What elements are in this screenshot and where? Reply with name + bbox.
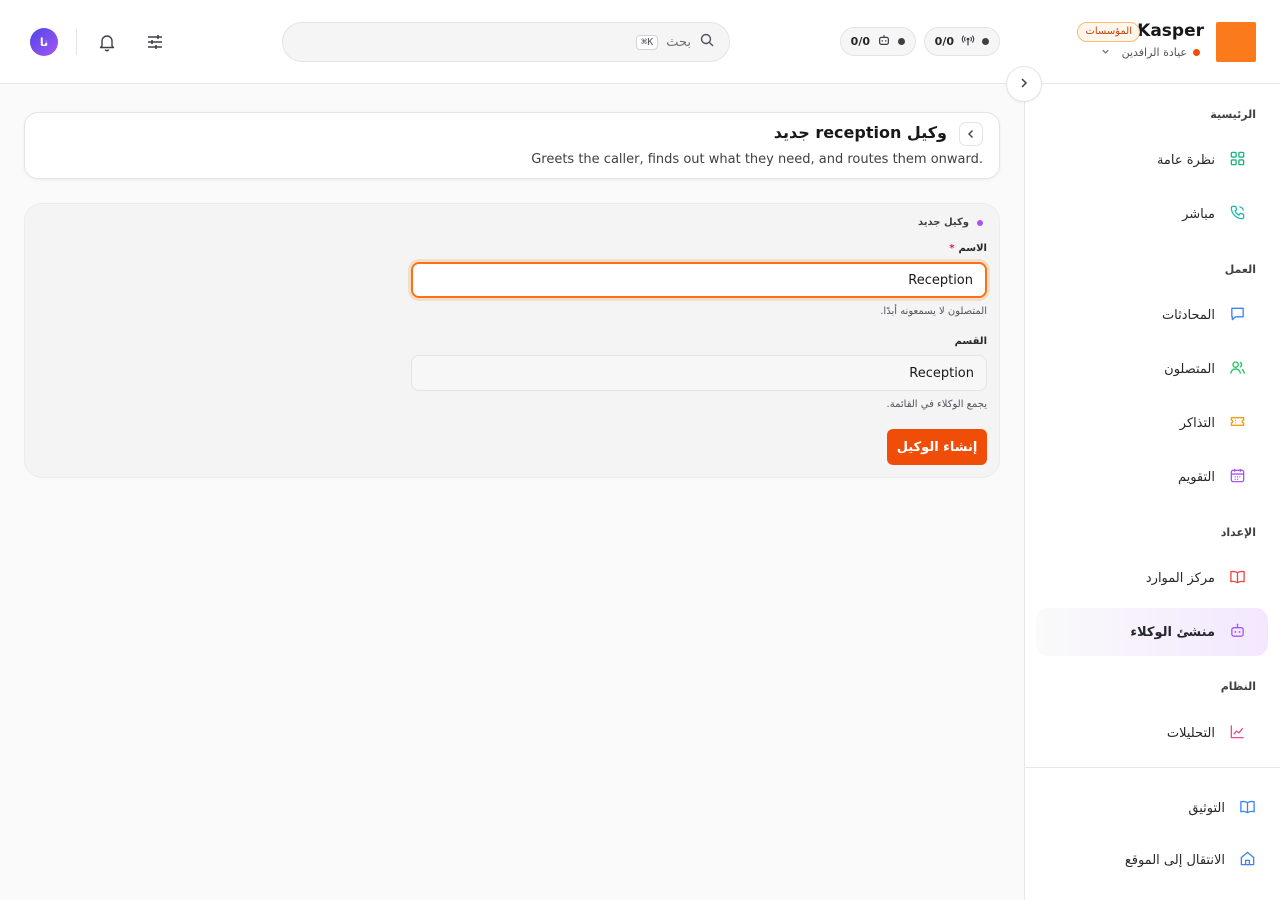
live-calls-value: 0/0 (934, 35, 954, 48)
sidebar-item-label: التذاكر (1179, 415, 1215, 431)
org-status-dot (1193, 49, 1200, 56)
sidebar-item-label: المتصلون (1164, 361, 1215, 377)
avatar[interactable]: نا (30, 28, 58, 56)
antenna-icon (961, 33, 975, 50)
org-name: عيادة الرافدين (1121, 46, 1187, 59)
ticket-icon (1229, 413, 1246, 434)
name-field-hint: المتصلون لا يسمعونه أبدًا. (880, 306, 987, 317)
search-placeholder: بحث (666, 34, 691, 50)
chart-icon (1229, 723, 1246, 744)
form-tag-label: وكيل جديد (917, 217, 969, 228)
tag-dot (977, 219, 983, 226)
sidebar-item-overview[interactable]: نظرة عامة (1036, 136, 1268, 184)
brand-logo[interactable] (1216, 22, 1256, 62)
name-label-text: الاسم (958, 243, 987, 254)
home-icon (1239, 850, 1256, 871)
name-input[interactable] (411, 262, 987, 298)
chevron-down-icon (1101, 47, 1110, 59)
sidebar-item-label: الانتقال إلى الموقع (1124, 853, 1225, 868)
bot-icon (1229, 622, 1246, 643)
search-box[interactable]: بحث ⌘K (282, 22, 730, 62)
status-dot (898, 38, 905, 45)
department-field-label: القسم (954, 336, 987, 347)
sidebar-item-label: المحادثات (1161, 307, 1215, 323)
back-button[interactable] (959, 122, 983, 146)
top-bar: Kasper المؤسسات عيادة الرافدين 0/0 0/0 ب… (0, 0, 1280, 84)
plan-badge: المؤسسات (1077, 22, 1140, 42)
section-label-work: العمل (1224, 263, 1256, 276)
department-field-hint: يجمع الوكلاء في القائمة. (886, 399, 987, 410)
grid-icon (1229, 150, 1246, 171)
sidebar: الرئيسية نظرة عامة مباشر العمل المحادثات… (1024, 84, 1280, 900)
calendar-icon (1229, 467, 1246, 488)
sidebar-item-callers[interactable]: المتصلون (1036, 345, 1268, 393)
sidebar-item-tickets[interactable]: التذاكر (1036, 399, 1268, 447)
phone-icon (1229, 204, 1246, 225)
header-divider (76, 29, 77, 55)
collapse-sidebar-button[interactable] (1006, 66, 1042, 102)
live-calls-stat[interactable]: 0/0 (923, 27, 1000, 56)
required-mark: * (949, 243, 955, 254)
sidebar-item-agent-builder[interactable]: منشئ الوكلاء (1036, 608, 1268, 656)
users-icon (1229, 359, 1246, 380)
page-title: وكيل reception جديد (773, 123, 947, 142)
chevron-right-icon (1017, 75, 1031, 94)
book-open-icon (1239, 798, 1256, 819)
section-label-home: الرئيسية (1210, 108, 1256, 121)
bot-icon (877, 33, 891, 50)
chat-icon (1229, 305, 1246, 326)
page-header-card: وكيل reception جديد Greets the caller, f… (24, 112, 1000, 179)
sidebar-item-conversations[interactable]: المحادثات (1036, 291, 1268, 339)
sidebar-item-label: التوثيق (1188, 801, 1225, 816)
brand-name: Kasper (1137, 21, 1204, 41)
sidebar-item-resource-center[interactable]: مركز الموارد (1036, 554, 1268, 602)
active-agents-value: 0/0 (850, 35, 870, 48)
chevron-left-icon (965, 125, 977, 144)
department-input[interactable] (411, 355, 987, 391)
sidebar-item-label: مباشر (1182, 206, 1215, 222)
sidebar-item-label: التحليلات (1166, 725, 1215, 741)
name-field-label: الاسم* (949, 243, 987, 254)
sidebar-item-label: مركز الموارد (1145, 570, 1215, 586)
section-label-setup: الإعداد (1220, 526, 1256, 539)
filters-icon[interactable] (143, 30, 167, 54)
create-agent-button[interactable]: إنشاء الوكيل (887, 429, 987, 465)
search-shortcut: ⌘K (636, 34, 659, 50)
form-tag: وكيل جديد (918, 217, 983, 228)
sidebar-item-calendar[interactable]: التقويم (1036, 453, 1268, 501)
status-dot (982, 38, 989, 45)
bell-icon[interactable] (95, 30, 119, 54)
sidebar-item-label: التقويم (1177, 469, 1215, 485)
new-agent-form: وكيل جديد الاسم* المتصلون لا يسمعونه أبد… (24, 203, 1000, 478)
org-switcher[interactable]: عيادة الرافدين (1101, 46, 1200, 59)
page-subtitle: Greets the caller, finds out what they n… (531, 152, 983, 167)
active-agents-stat[interactable]: 0/0 (839, 27, 916, 56)
book-icon (1229, 568, 1246, 589)
sidebar-item-live[interactable]: مباشر (1036, 190, 1268, 238)
sidebar-item-label: نظرة عامة (1156, 152, 1215, 168)
search-icon (699, 32, 715, 52)
sidebar-item-analytics[interactable]: التحليلات (1036, 709, 1268, 757)
sidebar-divider (1025, 767, 1280, 768)
section-label-system: النظام (1220, 680, 1256, 693)
sidebar-item-documentation[interactable]: التوثيق (1188, 798, 1256, 819)
sidebar-item-go-to-site[interactable]: الانتقال إلى الموقع (1125, 850, 1256, 871)
sidebar-item-label: منشئ الوكلاء (1130, 624, 1215, 640)
